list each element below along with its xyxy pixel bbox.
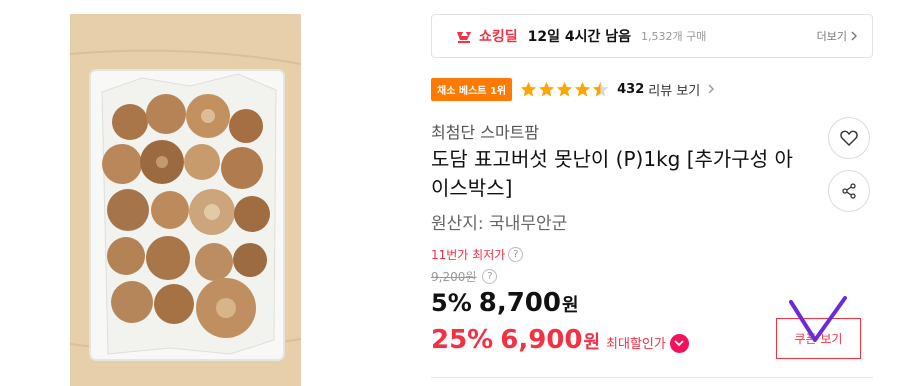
deal-more-link[interactable]: 더보기 [817, 28, 858, 44]
deal-name: 쇼킹딜 [479, 29, 518, 45]
deal-more-label: 더보기 [816, 30, 847, 43]
chevron-right-icon [708, 84, 715, 94]
rating-row: 채소 베스트 1위 432 리뷰 보기 [431, 77, 715, 101]
chevron-right-icon [851, 31, 857, 41]
shocking-deal-bar[interactable]: 쇼킹딜 12일 4시간 남음 1,532개 구매 더보기 [431, 14, 873, 58]
discount-percent: 5% [431, 289, 472, 317]
product-image [70, 14, 301, 386]
product-title: 도담 표고버섯 못난이 (P)1kg [추가구성 아이스박스] [431, 147, 793, 200]
star-half-icon [592, 81, 609, 96]
lowest-price-row: 11번가 최저가 ? [431, 246, 524, 263]
divider [431, 377, 873, 378]
question-icon[interactable]: ? [482, 269, 498, 284]
original-price-row: 9,200원 ? [431, 268, 498, 285]
heart-icon [840, 130, 858, 146]
review-link[interactable]: 리뷰 보기 [648, 80, 700, 99]
max-discount-price: 6,900 [500, 325, 583, 355]
sale-price-row: 5% 8,700 원 [431, 288, 579, 318]
max-price-currency: 원 [583, 332, 601, 353]
review-count: 432 [617, 81, 645, 97]
price-currency: 원 [562, 295, 579, 316]
wishlist-button[interactable] [828, 117, 870, 159]
seller-name[interactable]: 최첨단 스마트팜 [431, 119, 539, 143]
mushroom-box-illustration [70, 14, 301, 386]
chevron-down-icon[interactable] [669, 333, 689, 353]
rating-stars [520, 81, 609, 98]
max-discount-label: 최대할인가 [606, 337, 666, 352]
deal-time-left: 12일 4시간 남음 [527, 29, 632, 45]
share-icon [842, 183, 856, 199]
deal-logo-icon [457, 32, 471, 43]
product-origin: 원산지: 국내무안군 [431, 214, 568, 234]
share-button[interactable] [828, 170, 870, 212]
coupon-button[interactable]: 쿠폰 보기 [776, 318, 861, 359]
star-icon [520, 81, 537, 96]
question-icon[interactable]: ? [508, 247, 524, 262]
best-badge: 채소 베스트 1위 [431, 77, 513, 101]
max-discount-row[interactable]: 25% 6,900 원 최대할인가 [431, 325, 689, 355]
original-price: 9,200원 [431, 270, 477, 284]
deal-purchase-count: 1,532개 구매 [641, 30, 707, 43]
star-icon [556, 81, 573, 96]
sale-price: 8,700 [478, 288, 561, 318]
max-discount-percent: 25% [431, 325, 494, 355]
star-icon [538, 81, 555, 96]
lowest-price-label: 11번가 최저가 [431, 248, 506, 262]
star-icon [574, 81, 591, 96]
